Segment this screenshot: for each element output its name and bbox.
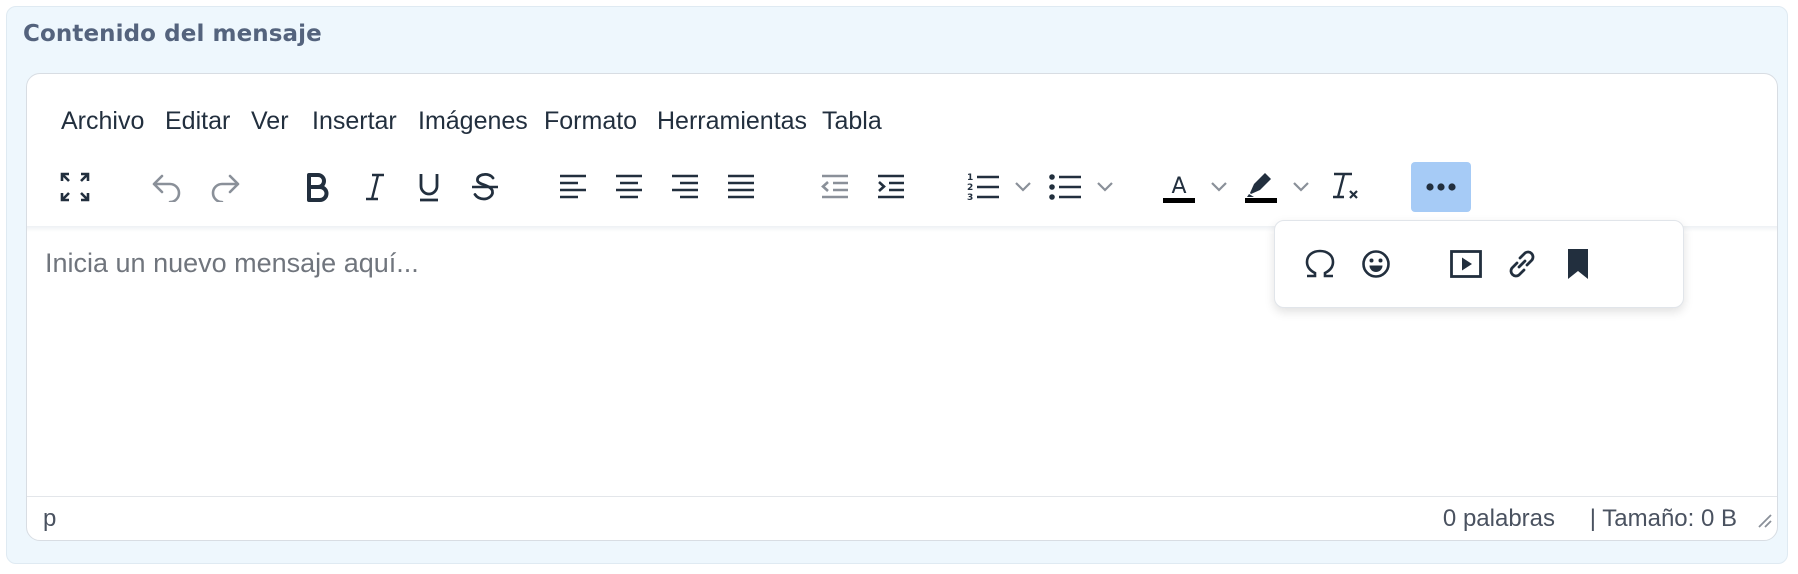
underline-icon	[419, 174, 439, 202]
menu-imagenes[interactable]: Imágenes	[418, 107, 528, 136]
redo-button[interactable]	[203, 162, 247, 212]
strikethrough-icon	[472, 172, 498, 201]
numbered-list-dropdown[interactable]	[1011, 162, 1035, 212]
svg-text:2: 2	[967, 183, 973, 193]
align-right-icon	[672, 174, 698, 199]
align-justify-icon	[728, 174, 754, 199]
word-count[interactable]: 0 palabras	[1443, 505, 1555, 533]
special-character-icon	[1305, 249, 1335, 278]
align-center-button[interactable]	[607, 162, 651, 212]
text-color-icon: A	[1163, 174, 1195, 203]
menu-insertar[interactable]: Insertar	[312, 107, 397, 136]
toolbar: 123 A	[27, 162, 1777, 220]
chevron-down-icon	[1293, 182, 1309, 192]
bookmark-button[interactable]	[1553, 239, 1603, 289]
resize-handle-icon	[1758, 514, 1772, 528]
text-color-button[interactable]: A	[1157, 162, 1201, 212]
chevron-down-icon	[1097, 182, 1113, 192]
strikethrough-button[interactable]	[463, 162, 507, 212]
undo-icon	[152, 174, 181, 202]
outdent-button[interactable]	[813, 162, 857, 212]
bulleted-list-dropdown[interactable]	[1093, 162, 1117, 212]
fullscreen-button[interactable]	[55, 162, 95, 212]
clear-formatting-button[interactable]	[1323, 162, 1367, 212]
resize-handle[interactable]	[1755, 508, 1773, 536]
align-right-button[interactable]	[663, 162, 707, 212]
message-content-panel: Contenido del mensaje Archivo Editar Ver…	[6, 6, 1788, 564]
more-button[interactable]	[1411, 162, 1471, 212]
bookmark-icon	[1568, 249, 1588, 279]
more-icon	[1426, 183, 1456, 191]
highlight-color-button[interactable]	[1239, 162, 1283, 212]
overflow-toolbar	[1274, 220, 1684, 308]
svg-text:A: A	[1171, 174, 1186, 199]
media-button[interactable]	[1441, 239, 1491, 289]
rich-text-editor: Archivo Editar Ver Insertar Imágenes For…	[26, 73, 1778, 541]
menubar: Archivo Editar Ver Insertar Imágenes For…	[27, 74, 1777, 152]
bulleted-list-button[interactable]	[1043, 162, 1087, 212]
align-left-button[interactable]	[551, 162, 595, 212]
italic-button[interactable]	[353, 162, 397, 212]
section-label: Contenido del mensaje	[23, 21, 322, 47]
bold-icon	[307, 173, 329, 202]
text-color-dropdown[interactable]	[1207, 162, 1231, 212]
svg-text:3: 3	[967, 193, 973, 203]
element-path[interactable]: p	[43, 505, 56, 533]
underline-button[interactable]	[407, 162, 451, 212]
editor-placeholder: Inicia un nuevo mensaje aquí...	[45, 248, 419, 278]
chevron-down-icon	[1015, 182, 1031, 192]
content-size: | Tamaño: 0 B	[1589, 505, 1737, 532]
highlight-color-icon	[1245, 173, 1277, 203]
clear-formatting-icon	[1333, 172, 1358, 199]
menu-ver[interactable]: Ver	[251, 107, 289, 136]
menu-tabla[interactable]: Tabla	[822, 107, 882, 136]
bold-button[interactable]	[295, 162, 339, 212]
menu-archivo[interactable]: Archivo	[61, 107, 144, 136]
undo-button[interactable]	[145, 162, 189, 212]
italic-icon	[366, 173, 384, 201]
numbered-list-icon: 123	[967, 173, 999, 203]
emoji-icon	[1362, 250, 1390, 278]
indent-button[interactable]	[869, 162, 913, 212]
menu-editar[interactable]: Editar	[165, 107, 230, 136]
svg-text:1: 1	[967, 173, 973, 183]
link-button[interactable]	[1497, 239, 1547, 289]
redo-icon	[211, 174, 240, 202]
align-justify-button[interactable]	[719, 162, 763, 212]
align-center-icon	[616, 174, 642, 199]
highlight-color-dropdown[interactable]	[1289, 162, 1313, 212]
indent-icon	[878, 174, 904, 199]
chevron-down-icon	[1211, 182, 1227, 192]
media-icon	[1450, 250, 1482, 278]
statusbar: p 0 palabras | Tamaño: 0 B	[27, 496, 1777, 540]
emoji-button[interactable]	[1351, 239, 1401, 289]
numbered-list-button[interactable]: 123	[961, 162, 1005, 212]
outdent-icon	[821, 174, 848, 199]
align-left-icon	[560, 174, 586, 199]
link-icon	[1509, 250, 1535, 278]
menu-herramientas[interactable]: Herramientas	[657, 107, 807, 136]
special-character-button[interactable]	[1295, 239, 1345, 289]
fullscreen-icon	[60, 172, 90, 202]
menu-formato[interactable]: Formato	[544, 107, 637, 136]
bulleted-list-icon	[1049, 174, 1081, 200]
